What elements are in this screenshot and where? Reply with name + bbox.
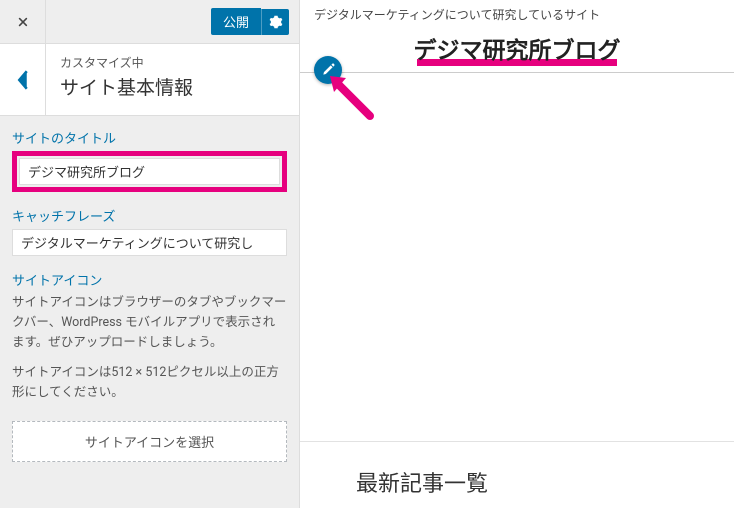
- site-icon-heading: サイトアイコン: [12, 270, 287, 289]
- tagline-field: キャッチフレーズ: [12, 206, 287, 256]
- publish-button[interactable]: 公開: [211, 8, 261, 35]
- site-icon-description-1: サイトアイコンはブラウザーのタブやブックマークバー、WordPress モバイル…: [12, 293, 287, 353]
- close-icon: [15, 14, 31, 30]
- customizer-sidebar: 公開 カスタマイズ中 サイト基本情報 サイトのタイトル キャッチフレーズ サイト…: [0, 0, 300, 508]
- back-button[interactable]: [0, 44, 46, 115]
- section-title-wrap: カスタマイズ中 サイト基本情報: [46, 44, 299, 115]
- preview-pane: デジタルマーケティングについて研究しているサイト デジマ研究所ブログ 最新記事一…: [300, 0, 734, 508]
- select-site-icon-button[interactable]: サイトアイコンを選択: [12, 421, 287, 462]
- form-area: サイトのタイトル キャッチフレーズ サイトアイコン サイトアイコンはブラウザーの…: [0, 116, 299, 508]
- latest-articles-heading: 最新記事一覧: [356, 466, 734, 498]
- close-button[interactable]: [0, 0, 46, 44]
- site-icon-section: サイトアイコン サイトアイコンはブラウザーのタブやブックマークバー、WordPr…: [12, 270, 287, 462]
- site-title-label: サイトのタイトル: [12, 128, 287, 147]
- latest-articles-section: 最新記事一覧: [300, 441, 734, 508]
- tagline-input[interactable]: [12, 229, 287, 256]
- preview-body: 最新記事一覧: [300, 73, 734, 508]
- section-title: サイト基本情報: [60, 73, 285, 100]
- site-icon-description-2: サイトアイコンは512 × 512ピクセル以上の正方形にしてください。: [12, 363, 287, 403]
- topbar: 公開: [0, 0, 299, 44]
- tagline-label: キャッチフレーズ: [12, 206, 287, 225]
- preview-site-title-wrap: デジマ研究所ブログ: [300, 27, 734, 66]
- chevron-left-icon: [16, 70, 30, 90]
- publish-controls: 公開: [211, 8, 299, 35]
- site-title-input[interactable]: [19, 158, 280, 185]
- section-header: カスタマイズ中 サイト基本情報: [0, 44, 299, 116]
- preview-tagline: デジタルマーケティングについて研究しているサイト: [300, 0, 734, 27]
- breadcrumb: カスタマイズ中: [60, 54, 285, 71]
- site-title-highlight: [12, 151, 287, 192]
- preview-site-title[interactable]: デジマ研究所ブログ: [414, 31, 621, 65]
- preview-header: デジタルマーケティングについて研究しているサイト デジマ研究所ブログ: [300, 0, 734, 73]
- gear-icon: [269, 15, 283, 29]
- publish-settings-button[interactable]: [261, 9, 289, 35]
